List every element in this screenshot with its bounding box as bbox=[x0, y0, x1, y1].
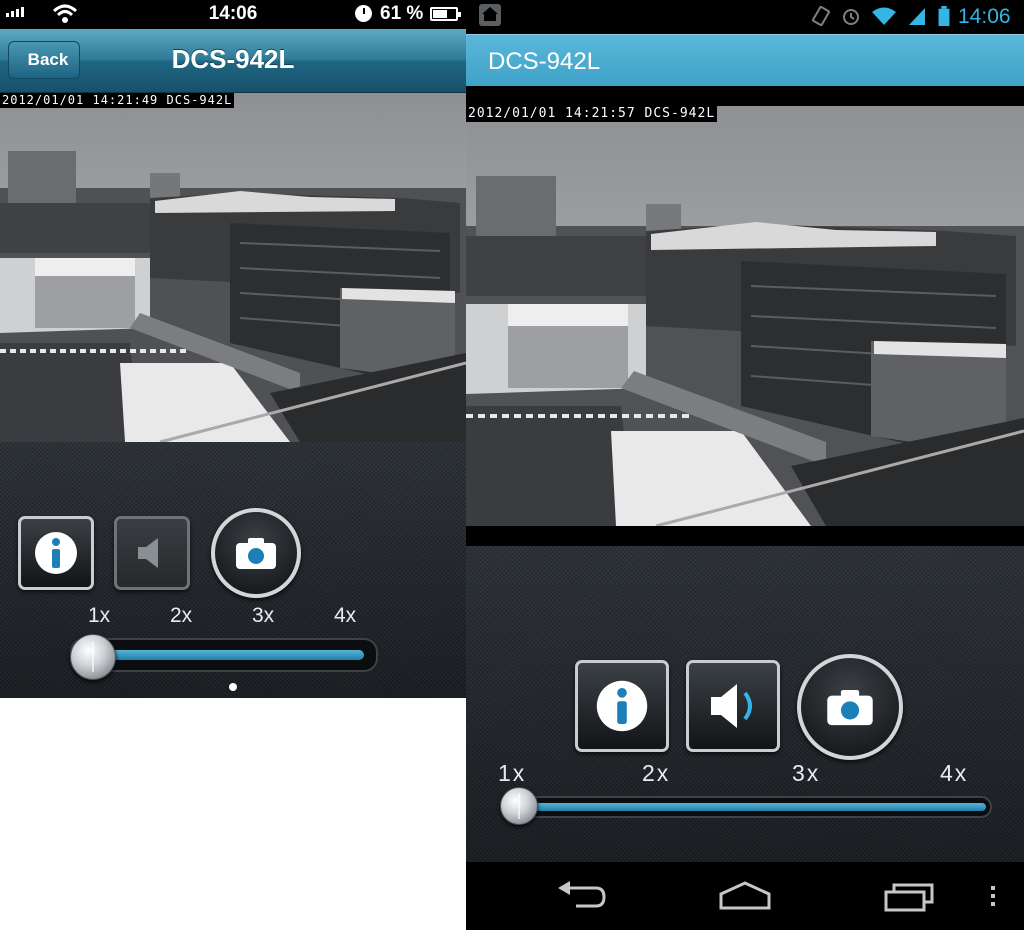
ios-status-bar: 14:06 61 % bbox=[0, 0, 466, 29]
battery-icon bbox=[430, 7, 461, 21]
overflow-menu-icon[interactable] bbox=[988, 880, 998, 912]
cell-signal-icon bbox=[909, 8, 925, 25]
control-panel: 1x 2x 3x 4x bbox=[0, 442, 466, 698]
camera-image bbox=[0, 93, 466, 442]
zoom-label-4x: 4x bbox=[334, 604, 357, 627]
zoom-label-3x: 3x bbox=[252, 604, 275, 627]
page-title: DCS-942L bbox=[171, 44, 295, 74]
camera-live-view[interactable]: 2012/01/01 14:21:57 DCS-942L bbox=[466, 106, 1024, 526]
page-title: DCS-942L bbox=[488, 48, 601, 75]
ios-app-screen: 14:06 61 % Back DCS-942L 2012/01/01 14:2… bbox=[0, 0, 466, 930]
page-indicator bbox=[229, 683, 237, 691]
zoom-label-1x: 1x bbox=[88, 604, 111, 627]
home-icon[interactable] bbox=[718, 880, 772, 912]
zoom-slider-knob[interactable] bbox=[500, 787, 538, 825]
zoom-label-1x: 1x bbox=[498, 760, 527, 786]
info-icon bbox=[596, 680, 648, 732]
zoom-slider-fill bbox=[98, 650, 364, 660]
battery-percent: 61 % bbox=[380, 3, 424, 24]
recent-apps-icon[interactable] bbox=[884, 880, 936, 912]
camera-icon bbox=[827, 689, 873, 726]
android-navigation-bar bbox=[466, 862, 1024, 930]
control-panel: 1x 2x 3x 4x bbox=[466, 546, 1024, 862]
wifi-icon bbox=[872, 7, 896, 25]
zoom-slider-fill bbox=[524, 803, 986, 811]
vibrate-icon bbox=[812, 6, 830, 26]
camera-image bbox=[466, 106, 1024, 526]
info-button[interactable] bbox=[18, 516, 94, 590]
speaker-icon bbox=[138, 538, 158, 568]
camera-timestamp: 2012/01/01 14:21:57 DCS-942L bbox=[466, 106, 718, 122]
camera-live-view[interactable]: 2012/01/01 14:21:49 DCS-942L bbox=[0, 93, 466, 442]
zoom-slider[interactable] bbox=[502, 796, 992, 818]
snapshot-button[interactable] bbox=[211, 508, 301, 598]
zoom-label-2x: 2x bbox=[170, 604, 193, 627]
camera-icon bbox=[236, 538, 276, 569]
alarm-icon bbox=[843, 9, 859, 25]
app-notification-icon bbox=[479, 4, 501, 26]
alarm-clock-icon bbox=[355, 5, 372, 22]
navigation-bar: Back DCS-942L bbox=[0, 29, 466, 93]
zoom-label-2x: 2x bbox=[642, 760, 671, 786]
zoom-slider-knob[interactable] bbox=[70, 634, 116, 680]
status-time: 14:06 bbox=[958, 5, 1011, 28]
battery-icon bbox=[938, 6, 950, 26]
audio-button[interactable] bbox=[114, 516, 190, 590]
snapshot-button[interactable] bbox=[797, 654, 903, 760]
camera-timestamp: 2012/01/01 14:21:49 DCS-942L bbox=[0, 93, 235, 108]
speaker-icon bbox=[711, 684, 752, 728]
zoom-slider[interactable] bbox=[70, 638, 378, 672]
zoom-label-4x: 4x bbox=[940, 760, 969, 786]
info-button[interactable] bbox=[575, 660, 669, 752]
audio-button[interactable] bbox=[686, 660, 780, 752]
android-status-bar: 14:06 bbox=[466, 0, 1024, 34]
android-app-screen: 14:06 DCS-942L 2012/01/01 14:21:57 DCS-9… bbox=[466, 0, 1024, 930]
action-bar: DCS-942L bbox=[466, 34, 1024, 86]
info-icon bbox=[35, 532, 77, 574]
back-icon[interactable] bbox=[554, 880, 606, 912]
zoom-label-3x: 3x bbox=[792, 760, 821, 786]
